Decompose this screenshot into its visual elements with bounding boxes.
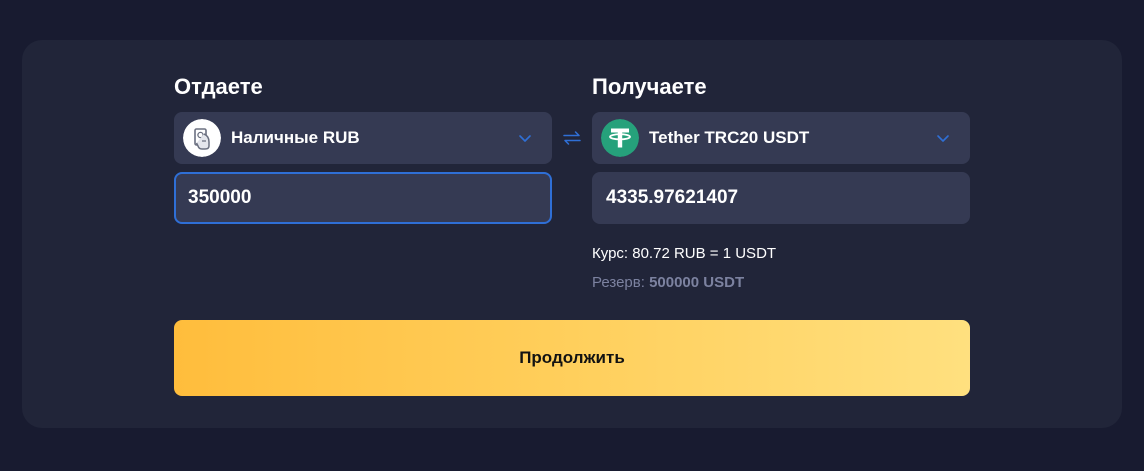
cash-rub-icon [183,119,221,157]
chevron-down-icon [936,131,950,145]
give-title: Отдаете [174,74,263,99]
receive-currency-select[interactable]: Tether TRC20 USDT [592,112,970,164]
receive-amount-input[interactable] [592,172,970,224]
receive-title: Получаете [592,74,707,99]
receive-currency-label: Tether TRC20 USDT [649,128,810,147]
tether-icon [601,119,639,157]
exchange-rate: Курс: 80.72 RUB = 1 USDT [592,245,777,262]
continue-button[interactable]: Продолжить [174,320,970,396]
chevron-down-icon [518,131,532,145]
give-amount-input[interactable] [174,172,552,224]
swap-arrows-icon[interactable] [562,130,582,146]
reserve-info: Резерв: 500000 USDT [592,274,744,292]
reserve-value: 500000 USDT [649,274,745,291]
give-currency-select[interactable]: Наличные RUB [174,112,552,164]
reserve-label: Резерв: [592,274,645,291]
give-currency-label: Наличные RUB [231,128,360,147]
